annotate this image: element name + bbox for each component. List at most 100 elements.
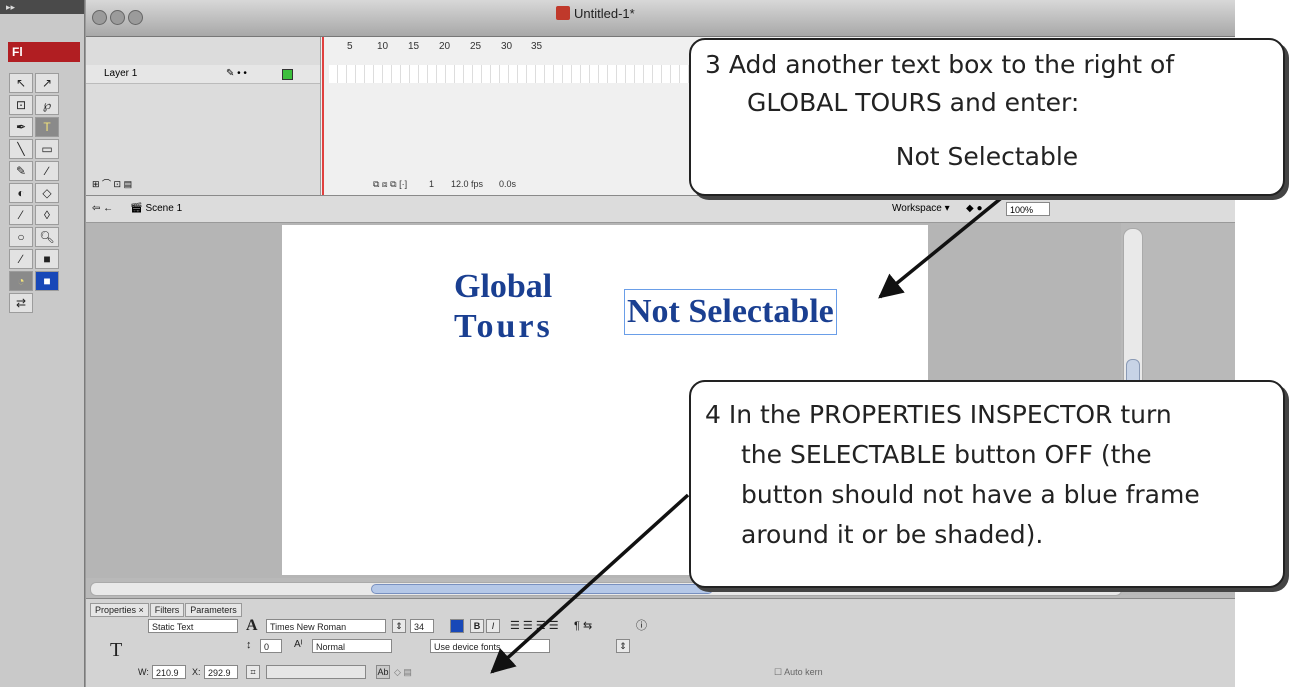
fill-color-icon[interactable]: ■ [35, 249, 59, 269]
back-arrow-icon[interactable]: ⇦ ← [92, 203, 113, 214]
tab-parameters[interactable]: Parameters [185, 603, 242, 617]
callout-step-4-line: 4 In the PROPERTIES INSPECTOR turn [705, 400, 1172, 429]
selectable-button[interactable]: Ab [376, 665, 390, 679]
callout-step-4-line: the SELECTABLE button OFF (the [741, 440, 1152, 469]
playhead[interactable] [322, 37, 324, 195]
edit-bar: ⇦ ← 🎬︎ Scene 1 Workspace ▾ ◆ ● 100% [86, 196, 1235, 223]
close-window-icon[interactable] [92, 10, 107, 25]
callout-step-4-line: button should not have a blue frame [741, 480, 1200, 509]
auto-kern-label: Auto kern [784, 667, 823, 677]
tab-filters[interactable]: Filters [149, 603, 185, 617]
document-title-text: Untitled-1* [574, 6, 635, 21]
object-drawing-icon[interactable]: ◔ [9, 271, 33, 291]
width-field[interactable]: 210.9 [152, 665, 186, 679]
font-dropdown-icon[interactable]: ⇕ [392, 619, 406, 633]
callout-step-3-line: 3 Add another text box to the right of [705, 50, 1175, 79]
font-size-field[interactable]: 34 [410, 619, 434, 633]
line-tool-icon[interactable]: ╲ [9, 139, 33, 159]
font-select[interactable]: Times New Roman [266, 619, 386, 633]
scene-name[interactable]: Scene 1 [145, 203, 182, 214]
font-icon: A [246, 617, 258, 634]
minimize-window-icon[interactable] [110, 10, 125, 25]
paragraph-icon[interactable]: ¶ ⇆ [574, 619, 592, 632]
workspace-menu[interactable]: Workspace ▾ [892, 196, 950, 222]
eraser-tool-icon[interactable]: ◊ [35, 205, 59, 225]
help-icon[interactable]: ⓘ [636, 617, 647, 633]
frame-number: 10 [377, 41, 389, 52]
properties-inspector: Properties × Filters Parameters T Static T… [86, 598, 1235, 687]
auto-kern-checkbox[interactable]: ☐ Auto kern [774, 667, 823, 678]
url-field[interactable] [266, 665, 366, 679]
global-tours-text[interactable]: Global Tours [454, 267, 553, 347]
title-bar: Untitled-1* [86, 0, 1235, 37]
selection-tool-icon[interactable]: ↖ [9, 73, 33, 93]
tools-panel-header: ▸▸ [0, 0, 84, 14]
ink-bottle-tool-icon[interactable]: ◐ [9, 183, 33, 203]
not-selectable-text-box[interactable]: Not Selectable [624, 289, 837, 335]
bold-button[interactable]: B [470, 619, 484, 633]
zoom-tool-icon[interactable]: 🔍︎ [35, 227, 59, 247]
pen-tool-icon[interactable]: ✒ [9, 117, 33, 137]
link-icon[interactable]: ⌗ [246, 665, 260, 679]
eyedropper-tool-icon[interactable]: ⁄ [9, 205, 33, 225]
frame-number: 30 [501, 41, 513, 52]
rendering-dropdown-icon[interactable]: ⇕ [616, 639, 630, 653]
layer-name: Layer 1 [104, 68, 138, 79]
outline-color-icon [282, 69, 293, 80]
snap-icon[interactable]: ■ [35, 271, 59, 291]
text-color-swatch[interactable] [450, 619, 464, 633]
text-type-select[interactable]: Static Text [148, 619, 238, 633]
current-frame: 1 [429, 179, 435, 189]
italic-button[interactable]: I [486, 619, 500, 633]
tab-properties[interactable]: Properties × [90, 603, 149, 617]
width-label: W: [138, 667, 149, 677]
onion-skin-icon[interactable]: ⧉ ⧈ ⧉ [·] [373, 175, 407, 193]
subselection-tool-icon[interactable]: ↗ [35, 73, 59, 93]
zoom-window-icon[interactable] [128, 10, 143, 25]
free-transform-tool-icon[interactable]: ⊡ [9, 95, 33, 115]
pencil-icon: ✎ • • [226, 68, 247, 79]
paint-bucket-tool-icon[interactable]: ◇ [35, 183, 59, 203]
char-position-select[interactable]: Normal [312, 639, 392, 653]
properties-tabs: Properties × Filters Parameters [90, 603, 243, 617]
text-tool-icon: T [110, 639, 123, 661]
rectangle-tool-icon[interactable]: ▭ [35, 139, 59, 159]
x-field[interactable]: 292.9 [204, 665, 238, 679]
alignment-buttons-icon[interactable]: ☰ ☰ ☰ ☰ [510, 619, 559, 632]
layer-controls-icon[interactable]: ⊞ ⌒ ⊡ ▤ [92, 177, 132, 190]
hand-tool-icon[interactable]: ○ [9, 227, 33, 247]
brush-tool-icon[interactable]: ∕ [35, 161, 59, 181]
frame-number: 35 [531, 41, 543, 52]
frame-number: 5 [347, 41, 353, 52]
callout-step-4-line: around it or be shaded). [741, 520, 1044, 549]
horizontal-scroll-thumb[interactable] [371, 584, 713, 594]
frame-number: 20 [439, 41, 451, 52]
text-tool-icon[interactable]: T [35, 117, 59, 137]
pencil-tool-icon[interactable]: ✎ [9, 161, 33, 181]
x-label: X: [192, 667, 201, 677]
html-icon[interactable]: ◇ ▤ [394, 667, 412, 678]
edit-symbols-icon[interactable]: ◆ ● [966, 196, 983, 222]
stroke-color-icon[interactable]: ∕ [9, 249, 33, 269]
frame-number: 25 [470, 41, 482, 52]
tool-grid: ↖ ↗ ⊡ ℘ ✒ T ╲ ▭ ✎ ∕ ◐ ◇ ⁄ ◊ ○ 🔍︎ ∕ ■ ◔ ■ ⇄ [8, 72, 68, 314]
rendering-select[interactable]: Use device fonts [430, 639, 550, 653]
app-logo: Fl [8, 42, 80, 62]
letter-spacing-field[interactable]: 0 [260, 639, 282, 653]
callout-step-3-entry: Not Selectable [895, 142, 1079, 171]
callout-step-3: 3 Add another text box to the right of G… [689, 38, 1285, 196]
tours-line: Tours [454, 308, 553, 345]
frame-rate: 12.0 fps [451, 179, 484, 189]
char-position-icon: Aᴵ [294, 639, 303, 650]
swap-colors-icon[interactable]: ⇄ [9, 293, 33, 313]
zoom-field[interactable]: 100% [1006, 202, 1050, 216]
flash-document-icon [556, 6, 570, 20]
layers-column: Layer 1 ✎ • • ⊞ ⌒ ⊡ ▤ [86, 37, 321, 195]
global-line: Global [454, 268, 553, 305]
lasso-tool-icon[interactable]: ℘ [35, 95, 59, 115]
document-title: Untitled-1* [556, 6, 635, 21]
layer-row[interactable]: Layer 1 ✎ • • [86, 65, 320, 84]
elapsed-time: 0.0s [499, 179, 517, 189]
tools-panel: ▸▸ Fl ↖ ↗ ⊡ ℘ ✒ T ╲ ▭ ✎ ∕ ◐ ◇ ⁄ ◊ ○ 🔍︎ ∕ ■ ◔ ■ ⇄ [0, 0, 85, 687]
scene-icon: 🎬︎ [129, 203, 143, 214]
